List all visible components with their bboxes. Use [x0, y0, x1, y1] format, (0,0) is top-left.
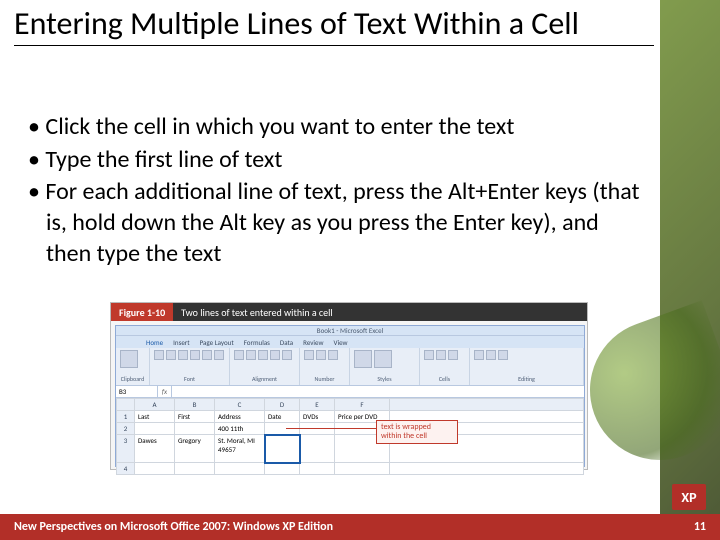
cell[interactable]: Date — [265, 411, 300, 423]
tab-home[interactable]: Home — [146, 338, 163, 347]
tab-data[interactable]: Data — [280, 338, 293, 347]
align-icon[interactable] — [258, 350, 268, 360]
bullet-item: For each additional line of text, press … — [28, 177, 648, 269]
tab-view[interactable]: View — [334, 338, 348, 347]
cells-icon[interactable] — [448, 350, 458, 360]
cell[interactable] — [335, 463, 390, 475]
align-icon[interactable] — [270, 350, 280, 360]
align-icon[interactable] — [282, 350, 292, 360]
callout: text is wrapped within the cell — [376, 420, 458, 444]
callout-leader-line — [286, 428, 376, 429]
page-number: 11 — [694, 520, 706, 534]
ribbon-group-clipboard: Clipboard — [116, 348, 150, 385]
col-header[interactable]: F — [335, 399, 390, 411]
cell[interactable]: DVDs — [300, 411, 335, 423]
figure-header: Figure 1-10 Two lines of text entered wi… — [111, 303, 587, 321]
cell[interactable] — [300, 463, 335, 475]
font-icon[interactable] — [154, 350, 164, 360]
name-box[interactable]: B3 — [116, 386, 158, 397]
tab-page-layout[interactable]: Page Layout — [200, 338, 234, 347]
cells-icon[interactable] — [436, 350, 446, 360]
ribbon-group-cells: Cells — [420, 348, 470, 385]
cell[interactable]: Address — [215, 411, 265, 423]
figure-caption: Two lines of text entered within a cell — [173, 303, 587, 321]
ribbon-group-styles: Styles — [350, 348, 420, 385]
tab-formulas[interactable]: Formulas — [244, 338, 270, 347]
bullet-item: Type the first line of text — [28, 145, 648, 176]
col-header-empty — [390, 399, 584, 411]
font-icon[interactable] — [214, 350, 224, 360]
cell-wrapped[interactable]: St. Moral, MI 49657 — [215, 435, 265, 463]
number-icon[interactable] — [316, 350, 326, 360]
footer-text: New Perspectives on Microsoft Office 200… — [14, 520, 333, 534]
ribbon-group-number: Number — [300, 348, 350, 385]
paste-icon[interactable] — [120, 350, 138, 368]
excel-titlebar: Book1 - Microsoft Excel — [116, 326, 584, 336]
ribbon-group-editing: Editing — [470, 348, 584, 385]
number-icon[interactable] — [328, 350, 338, 360]
cell[interactable] — [135, 423, 175, 435]
font-icon[interactable] — [190, 350, 200, 360]
align-icon[interactable] — [246, 350, 256, 360]
cell[interactable]: 400 11th — [215, 423, 265, 435]
slide: Entering Multiple Lines of Text Within a… — [0, 0, 720, 540]
cell[interactable]: First — [175, 411, 215, 423]
cell[interactable] — [265, 463, 300, 475]
col-header[interactable]: C — [215, 399, 265, 411]
cell[interactable] — [300, 435, 335, 463]
editing-icon[interactable] — [486, 350, 496, 360]
cell[interactable] — [175, 423, 215, 435]
figure-label: Figure 1-10 — [111, 303, 173, 321]
formula-input[interactable] — [172, 386, 584, 397]
styles-icon[interactable] — [354, 350, 372, 368]
font-icon[interactable] — [166, 350, 176, 360]
editing-icon[interactable] — [498, 350, 508, 360]
bullet-list: Click the cell in which you want to ente… — [28, 112, 648, 272]
col-header[interactable]: B — [175, 399, 215, 411]
font-icon[interactable] — [178, 350, 188, 360]
align-icon[interactable] — [234, 350, 244, 360]
select-all-corner[interactable] — [117, 399, 135, 411]
formula-bar: B3 fx — [116, 386, 584, 398]
ribbon: Clipboard Font Alignment Number — [116, 348, 584, 386]
styles-icon[interactable] — [374, 350, 392, 368]
xp-badge: XP — [672, 484, 706, 510]
cells-icon[interactable] — [424, 350, 434, 360]
ribbon-group-alignment: Alignment — [230, 348, 300, 385]
cell[interactable] — [215, 463, 265, 475]
footer: New Perspectives on Microsoft Office 200… — [0, 514, 720, 540]
row-header[interactable]: 1 — [117, 411, 135, 423]
number-icon[interactable] — [304, 350, 314, 360]
tab-insert[interactable]: Insert — [173, 338, 189, 347]
fx-icon[interactable]: fx — [158, 386, 172, 397]
ribbon-group-font: Font — [150, 348, 230, 385]
excel-window: Book1 - Microsoft Excel Home Insert Page… — [115, 325, 585, 467]
row-header[interactable]: 4 — [117, 463, 135, 475]
cell[interactable]: Gregory — [175, 435, 215, 463]
font-icon[interactable] — [202, 350, 212, 360]
row-header[interactable]: 3 — [117, 435, 135, 463]
ribbon-tabs: Home Insert Page Layout Formulas Data Re… — [116, 336, 584, 348]
cell-empty[interactable] — [390, 463, 584, 475]
cell[interactable] — [135, 463, 175, 475]
col-header[interactable]: A — [135, 399, 175, 411]
figure: Figure 1-10 Two lines of text entered wi… — [110, 302, 588, 470]
cell-grid: A B C D E F 1 Last First Address Date DV… — [116, 398, 584, 475]
col-header[interactable]: E — [300, 399, 335, 411]
slide-title: Entering Multiple Lines of Text Within a… — [14, 6, 654, 46]
col-header[interactable]: D — [265, 399, 300, 411]
cell[interactable]: Last — [135, 411, 175, 423]
cell[interactable] — [175, 463, 215, 475]
tab-review[interactable]: Review — [303, 338, 323, 347]
row-header[interactable]: 2 — [117, 423, 135, 435]
cell-selected[interactable] — [265, 435, 300, 463]
bullet-item: Click the cell in which you want to ente… — [28, 112, 648, 143]
cell[interactable]: Dawes — [135, 435, 175, 463]
editing-icon[interactable] — [474, 350, 484, 360]
